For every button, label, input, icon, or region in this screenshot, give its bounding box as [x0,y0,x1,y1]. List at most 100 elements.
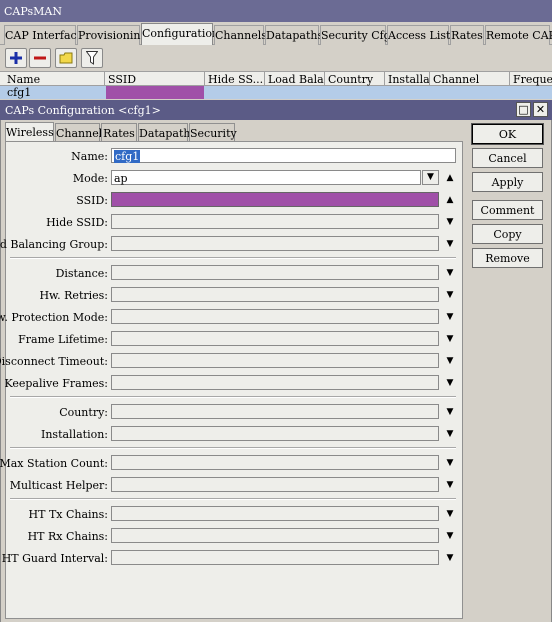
add-button[interactable] [5,48,27,68]
tab-datapaths[interactable]: Datapaths [265,25,323,45]
ok-button[interactable]: OK [471,123,544,145]
tab-wireless[interactable]: Wireless [5,122,54,143]
folder-icon [59,52,73,64]
ht-rx-chains-expand-icon[interactable]: ▼ [444,530,456,542]
tab-configurations[interactable]: Configurations [141,23,225,46]
column-header-frequency[interactable]: Frequenc [510,72,552,86]
column-header-ssid[interactable]: SSID [105,72,205,86]
max-station-count-expand-icon[interactable]: ▼ [444,457,456,469]
country-field[interactable] [111,404,439,419]
table-row[interactable]: cfg1 [0,86,552,99]
ssid-field[interactable] [111,192,439,207]
distance-expand-icon[interactable]: ▼ [444,267,456,279]
disconnect-timeout-field[interactable] [111,353,439,368]
column-header-installation[interactable]: Installa... [385,72,430,86]
ht-guard-interval-label: HT Guard Interval: [1,552,108,565]
load-balancing-group-expand-icon[interactable]: ▼ [444,238,456,250]
ht-guard-interval-field[interactable] [111,550,439,565]
hw-retries-field[interactable] [111,287,439,302]
multicast-helper-expand-icon[interactable]: ▼ [444,479,456,491]
max-station-count-field[interactable] [111,455,439,470]
hw-protection-mode-field[interactable] [111,309,439,324]
main-tab-bar: CAP Interface Provisioning Configuration… [0,22,552,46]
tab-provisioning[interactable]: Provisioning [77,25,148,45]
hide-ssid-expand-icon[interactable]: ▼ [444,216,456,228]
tab-rates-config[interactable]: Rates [101,123,137,142]
keepalive-frames-field[interactable] [111,375,439,390]
capsman-window-title: CAPsMAN [0,0,552,22]
distance-field[interactable] [111,265,439,280]
plus-icon [10,52,22,64]
frame-lifetime-expand-icon[interactable]: ▼ [444,333,456,345]
frame-lifetime-field[interactable] [111,331,439,346]
ht-tx-chains-field[interactable] [111,506,439,521]
country-expand-icon[interactable]: ▼ [444,406,456,418]
ht-guard-interval-expand-icon[interactable]: ▼ [444,552,456,564]
tab-remote-cap[interactable]: Remote CAP [485,25,552,45]
separator [10,498,456,500]
column-header-hide-ssid[interactable]: Hide SS... [205,72,265,86]
copy-button[interactable]: Copy [472,224,543,244]
dialog-title-bar: CAPs Configuration <cfg1> □ ✕ [0,100,552,120]
column-header-channel[interactable]: Channel [430,72,510,86]
filter-button[interactable] [81,48,103,68]
hw-protection-mode-expand-icon[interactable]: ▼ [444,311,456,323]
cancel-button[interactable]: Cancel [472,148,543,168]
hide-ssid-label: Hide SSID: [46,216,108,229]
apply-button[interactable]: Apply [472,172,543,192]
filter-icon [86,51,98,65]
hide-ssid-field[interactable] [111,214,439,229]
multicast-helper-label: Multicast Helper: [9,479,108,492]
hw-protection-mode-label: Hw. Protection Mode: [0,311,108,324]
multicast-helper-field[interactable] [111,477,439,492]
mode-collapse-icon[interactable]: ▲ [444,172,456,184]
separator [10,447,456,449]
keepalive-frames-label: Keepalive Frames: [4,377,108,390]
installation-label: Installation: [41,428,108,441]
maximize-button[interactable]: □ [516,102,531,117]
remove-button[interactable] [29,48,51,68]
column-header-load-balancing[interactable]: Load Bala... [265,72,325,86]
mode-label: Mode: [72,172,108,185]
tab-security-cfg[interactable]: Security Cfg. [320,25,394,45]
comment-button[interactable]: Comment [472,200,543,220]
name-field[interactable]: cfg1 [111,148,456,163]
tab-channel[interactable]: Channel [55,123,102,142]
hw-retries-expand-icon[interactable]: ▼ [444,289,456,301]
mode-dropdown-button[interactable]: ▼ [422,170,439,185]
row-name-cell: cfg1 [7,86,32,99]
hw-retries-label: Hw. Retries: [39,289,108,302]
maximize-icon: □ [518,103,529,116]
remove-config-button[interactable]: Remove [472,248,543,268]
ssid-collapse-icon[interactable]: ▲ [444,194,456,206]
load-balancing-group-field[interactable] [111,236,439,251]
max-station-count-label: Max Station Count: [0,457,108,470]
tab-datapath[interactable]: Datapath [138,123,190,142]
tab-rates[interactable]: Rates [450,25,484,45]
dialog-title: CAPs Configuration <cfg1> [5,104,161,117]
column-header-name[interactable]: Name [4,72,105,86]
toolbar [0,45,552,71]
ssid-label: SSID: [76,194,108,207]
installation-field[interactable] [111,426,439,441]
disconnect-timeout-label: Disconnect Timeout: [0,355,108,368]
installation-expand-icon[interactable]: ▼ [444,428,456,440]
disconnect-timeout-expand-icon[interactable]: ▼ [444,355,456,367]
mode-value: ap [114,172,128,185]
tab-cap-interface[interactable]: CAP Interface [4,25,83,45]
dropdown-arrow-icon: ▼ [427,172,434,182]
name-value: cfg1 [114,150,141,163]
close-button[interactable]: ✕ [533,102,548,117]
country-label: Country: [59,406,108,419]
name-label: Name: [71,150,108,163]
comment-toolbar-button[interactable] [55,48,77,68]
keepalive-frames-expand-icon[interactable]: ▼ [444,377,456,389]
column-header-country[interactable]: Country [325,72,385,86]
tab-channels[interactable]: Channels [214,25,267,45]
ht-rx-chains-field[interactable] [111,528,439,543]
tab-security[interactable]: Security [189,123,237,142]
mode-select[interactable]: ap [111,170,421,185]
ht-tx-chains-expand-icon[interactable]: ▼ [444,508,456,520]
tab-access-list[interactable]: Access List [387,25,450,45]
separator [10,396,456,398]
